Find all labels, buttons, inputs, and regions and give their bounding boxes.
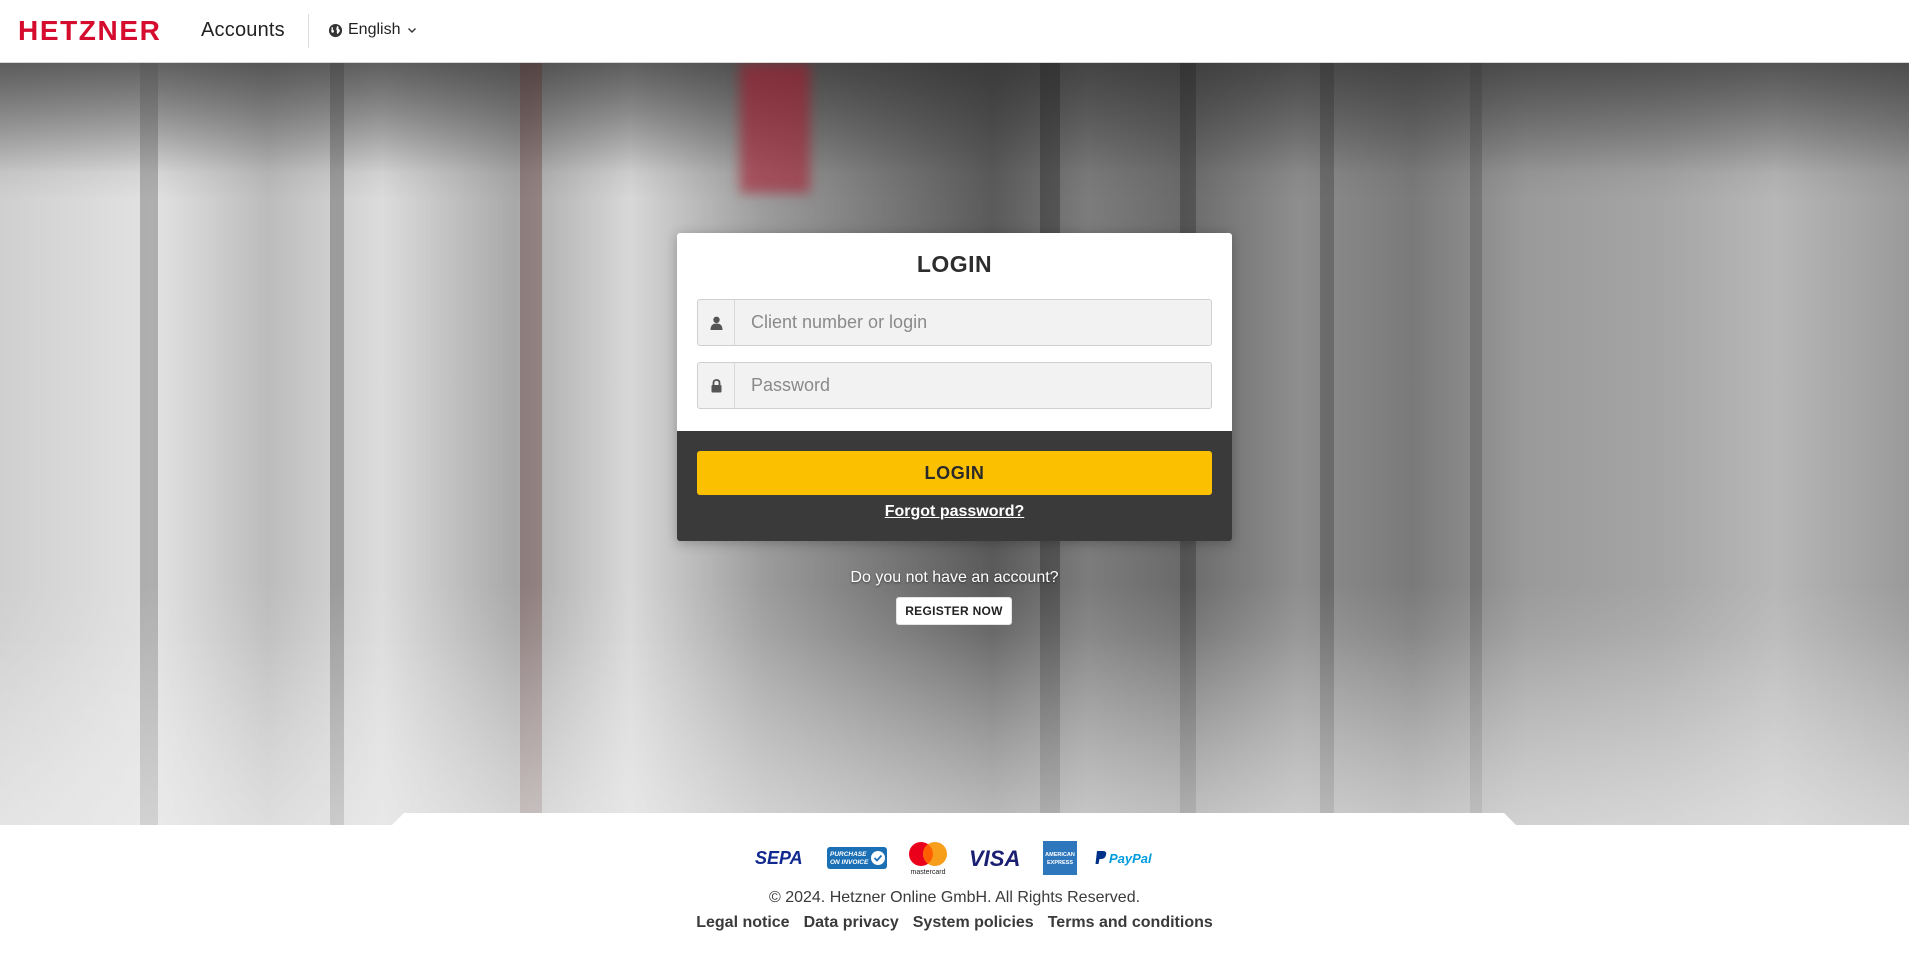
password-input[interactable] [735,363,1211,408]
password-field [697,362,1212,409]
lock-icon-addon [698,363,735,408]
login-button[interactable]: LOGIN [697,451,1212,495]
paypal-logo: PayPal [1095,848,1155,868]
svg-text:ON INVOICE: ON INVOICE [830,859,869,866]
footer-link-legal[interactable]: Legal notice [696,914,789,932]
language-selector[interactable]: English [328,21,417,39]
user-icon-addon [698,300,735,345]
footer-notch [392,813,1516,825]
login-card-bottom: LOGIN Forgot password? [677,431,1232,541]
purchase-on-invoice-logo: PURCHASE ON INVOICE [826,847,887,869]
copyright-text: © 2024. Hetzner Online GmbH. All Rights … [768,889,1141,906]
hero-ceiling-shade [0,63,1909,173]
brand-text: HETZNER [18,17,161,45]
svg-text:SEPA: SEPA [755,848,803,868]
svg-text:mastercard: mastercard [910,869,945,876]
visa-logo: VISA [969,847,1025,869]
svg-text:PayPal: PayPal [1109,851,1152,866]
sepa-logo: SEPA [755,848,809,868]
lock-icon [711,378,721,392]
mastercard-logo: mastercard [905,840,951,876]
register-question: Do you not have an account? [850,569,1059,586]
forgot-password-link[interactable]: Forgot password? [677,503,1232,521]
svg-text:EXPRESS: EXPRESS [1047,860,1073,866]
globe-icon [328,23,343,37]
svg-text:AMERICAN: AMERICAN [1045,852,1075,858]
payment-methods: SEPA PURCHASE ON INVOICE mastercard VISA [0,840,1909,876]
hetzner-logo[interactable]: HETZNER [18,17,189,45]
footer-link-privacy[interactable]: Data privacy [804,914,899,932]
svg-text:PURCHASE: PURCHASE [830,851,867,858]
header-divider [308,14,309,48]
svg-text:VISA: VISA [969,847,1020,869]
footer-links: Legal notice Data privacy System policie… [0,914,1909,932]
chevron-down-icon [408,28,417,33]
register-button[interactable]: REGISTER NOW [896,597,1012,625]
footer: SEPA PURCHASE ON INVOICE mastercard VISA [0,825,1909,956]
user-icon [710,316,722,330]
login-card-top: LOGIN [677,233,1232,431]
username-field [697,299,1212,346]
american-express-logo: AMERICAN EXPRESS [1042,841,1077,875]
footer-link-system[interactable]: System policies [913,914,1034,932]
language-label: English [348,21,401,38]
footer-link-terms[interactable]: Terms and conditions [1048,914,1213,932]
app-name: Accounts [201,19,285,41]
username-input[interactable] [735,300,1211,345]
hero-red-light [740,63,810,193]
login-card: LOGIN LOGIN Forgot password? [677,233,1232,541]
top-header: HETZNER Accounts English [0,0,1909,63]
login-title: LOGIN [916,251,993,277]
